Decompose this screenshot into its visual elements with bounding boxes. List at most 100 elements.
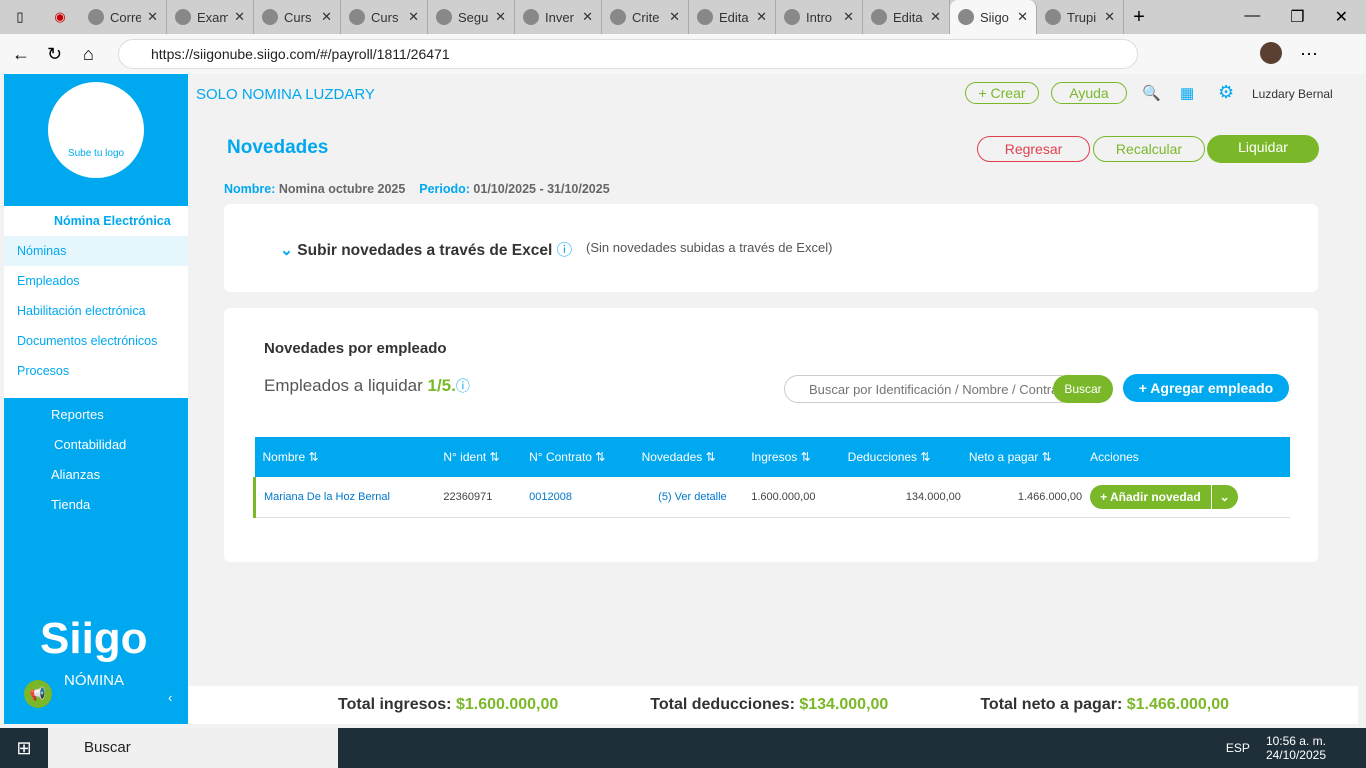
ayuda-button[interactable]: Ayuda	[1051, 82, 1127, 104]
close-tab-icon[interactable]: ✕	[495, 9, 506, 25]
reload-icon[interactable]: ↻	[47, 44, 62, 65]
excel-upload-toggle[interactable]: ⌄ Subir novedades a través de Excel ⓘ	[280, 238, 572, 260]
tab-favicon-icon	[436, 9, 452, 25]
windows-start-icon[interactable]: ⊞	[0, 738, 48, 759]
record-icon[interactable]: ◉	[40, 9, 80, 25]
chevron-down-icon[interactable]: ⌄	[1210, 484, 1238, 509]
column-header[interactable]: Ingresos ⇅	[743, 437, 840, 477]
help-icon[interactable]: ⓘ	[456, 378, 470, 394]
browser-tab[interactable]: Intro ✕	[776, 0, 863, 34]
browser-tab[interactable]: Curs ✕	[254, 0, 341, 34]
close-tab-icon[interactable]: ✕	[669, 9, 680, 25]
more-icon[interactable]: ⋯	[1300, 44, 1318, 65]
browser-tab[interactable]: Crite ✕	[602, 0, 689, 34]
help-icon[interactable]: ⓘ	[557, 242, 573, 259]
close-tab-icon[interactable]: ✕	[321, 9, 332, 25]
column-header[interactable]: Nombre ⇅	[254, 437, 436, 477]
browser-tab[interactable]: Segu ✕	[428, 0, 515, 34]
calendar-icon[interactable]: ▦	[1180, 84, 1194, 102]
tab-favicon-icon	[175, 9, 191, 25]
column-header[interactable]: Novedades ⇅	[633, 437, 744, 477]
column-header[interactable]: N° Contrato ⇅	[521, 437, 634, 477]
back-icon[interactable]: ←	[12, 44, 30, 65]
tab-title: Curs	[371, 9, 399, 25]
browser-tab[interactable]: Inver ✕	[515, 0, 602, 34]
tab-favicon-icon	[1045, 9, 1061, 25]
search-icon[interactable]: 🔍	[1142, 84, 1161, 102]
tab-title: Edita	[893, 9, 923, 25]
section-title: Novedades por empleado	[264, 340, 447, 357]
employee-name-link[interactable]: Mariana De la Hoz Bernal	[264, 491, 390, 503]
sidebar-toggle-icon[interactable]: ▯	[0, 9, 40, 25]
regresar-button[interactable]: Regresar	[977, 136, 1090, 162]
close-tab-icon[interactable]: ✕	[930, 9, 941, 25]
tab-title: Crite	[632, 9, 660, 25]
sidebar-item-nominas[interactable]: Nóminas	[4, 236, 188, 266]
taskbar-search[interactable]: Buscar	[48, 728, 338, 768]
sidebar-item-reportes[interactable]: Reportes	[4, 400, 188, 430]
column-header[interactable]: Neto a pagar ⇅	[960, 437, 1083, 477]
sidebar-item-alianzas[interactable]: Alianzas	[4, 460, 188, 490]
total-deducciones-label: Total deducciones:	[650, 696, 795, 713]
company-name: SOLO NOMINA LUZDARY	[196, 85, 375, 103]
gear-icon[interactable]: ⚙	[1218, 82, 1234, 103]
clock[interactable]: 10:56 a. m. 24/10/2025	[1266, 734, 1326, 762]
main-area: SOLO NOMINA LUZDARY + Crear Ayuda 🔍 ▦ ⚙ …	[188, 74, 1358, 724]
browser-tab[interactable]: Curs ✕	[341, 0, 428, 34]
maximize-button[interactable]: ❐	[1290, 7, 1304, 27]
url-input[interactable]: https://siigonube.siigo.com/#/payroll/18…	[118, 39, 1138, 69]
anadir-novedad-button[interactable]: + Añadir novedad	[1090, 485, 1211, 509]
language-indicator[interactable]: ESP	[1226, 741, 1250, 755]
contract-link[interactable]: 0012008	[529, 491, 572, 503]
excel-note: (Sin novedades subidas a través de Excel…	[586, 240, 833, 255]
megaphone-icon[interactable]: 📢	[24, 680, 52, 708]
liquidar-button[interactable]: Liquidar	[1207, 135, 1319, 163]
browser-tab[interactable]: Edita ✕	[863, 0, 950, 34]
table-row: Mariana De la Hoz Bernal 22360971 001200…	[254, 477, 1290, 518]
tab-favicon-icon	[958, 9, 974, 25]
tab-title: Trupi	[1067, 9, 1097, 25]
close-tab-icon[interactable]: ✕	[582, 9, 593, 25]
tab-title: Intro	[806, 9, 833, 25]
buscar-button[interactable]: Buscar	[1053, 375, 1113, 403]
crear-button[interactable]: + Crear	[965, 82, 1039, 104]
close-tab-icon[interactable]: ✕	[147, 9, 158, 25]
column-header[interactable]: Deducciones ⇅	[839, 437, 961, 477]
close-tab-icon[interactable]: ✕	[1017, 9, 1028, 25]
company-logo-upload[interactable]: Sube tu logo	[48, 82, 144, 178]
tab-title: Curs	[284, 9, 312, 25]
neto-cell: 1.466.000,00	[960, 477, 1083, 518]
close-tab-icon[interactable]: ✕	[756, 9, 767, 25]
profile-avatar[interactable]	[1260, 42, 1282, 64]
collapse-sidebar-icon[interactable]: ‹	[168, 690, 172, 705]
browser-tab[interactable]: Edita ✕	[689, 0, 776, 34]
close-window-button[interactable]: ✕	[1335, 7, 1348, 27]
browser-tab[interactable]: Siigo ✕	[950, 0, 1037, 34]
sidebar-item-habilitacion[interactable]: Habilitación electrónica	[4, 296, 188, 326]
column-header[interactable]: N° ident ⇅	[435, 437, 522, 477]
home-icon[interactable]: ⌂	[83, 44, 94, 65]
search-input[interactable]	[784, 375, 1074, 403]
column-label: N° Contrato	[529, 450, 592, 464]
close-tab-icon[interactable]: ✕	[1104, 9, 1115, 25]
close-tab-icon[interactable]: ✕	[408, 9, 419, 25]
browser-tab[interactable]: Corre ✕	[80, 0, 167, 34]
sidebar-item-empleados[interactable]: Empleados	[4, 266, 188, 296]
novedades-link[interactable]: (5) Ver detalle	[658, 491, 726, 503]
sidebar-item-tienda[interactable]: Tienda	[4, 490, 188, 520]
taskbar: ⊞ Buscar ESP 10:56 a. m. 24/10/2025	[0, 728, 1366, 768]
nomina-electronica-section[interactable]: Nómina Electrónica	[4, 206, 188, 236]
minimize-button[interactable]: —	[1244, 7, 1260, 27]
sidebar-item-contabilidad[interactable]: Contabilidad	[4, 430, 188, 460]
tab-favicon-icon	[871, 9, 887, 25]
recalcular-button[interactable]: Recalcular	[1093, 136, 1205, 162]
new-tab-button[interactable]: +	[1124, 6, 1154, 29]
close-tab-icon[interactable]: ✕	[843, 9, 854, 25]
close-tab-icon[interactable]: ✕	[234, 9, 245, 25]
user-menu[interactable]: Luzdary Bernal	[1252, 87, 1333, 101]
sidebar-item-documentos[interactable]: Documentos electrónicos	[4, 326, 188, 356]
agregar-empleado-button[interactable]: + Agregar empleado	[1123, 374, 1289, 402]
sidebar-item-procesos[interactable]: Procesos	[4, 356, 188, 386]
browser-tab[interactable]: Exam ✕	[167, 0, 254, 34]
browser-tab[interactable]: Trupi ✕	[1037, 0, 1124, 34]
